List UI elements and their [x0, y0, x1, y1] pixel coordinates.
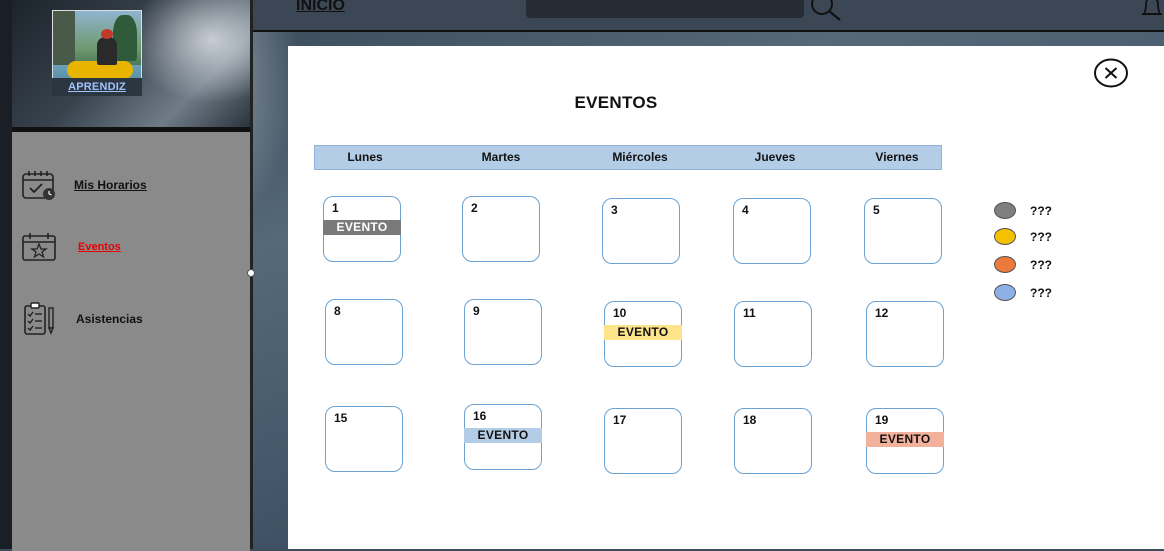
day-number: 12 [875, 306, 889, 320]
close-icon [1094, 58, 1128, 88]
day-number: 16 [473, 409, 487, 423]
sidebar-item-label: Mis Horarios [74, 178, 147, 192]
bell-icon[interactable] [1139, 0, 1164, 22]
legend-item: ??? [994, 284, 1052, 301]
calendar-day[interactable]: 17 [604, 408, 682, 474]
home-link[interactable]: INICIO [296, 0, 345, 15]
legend-item: ??? [994, 256, 1052, 273]
day-number: 15 [334, 411, 348, 425]
sidebar: Mis Horarios Eventos Asistencias [12, 130, 250, 551]
search-input[interactable] [526, 0, 804, 18]
avatar-person [97, 37, 117, 65]
profile-panel: APRENDIZ [12, 0, 250, 130]
legend-item: ??? [994, 202, 1052, 219]
legend-color-dot [994, 284, 1016, 301]
legend-label: ??? [1030, 285, 1052, 300]
calendar-day[interactable]: 2 [462, 196, 540, 262]
calendar-check-icon [20, 168, 58, 202]
event-tag[interactable]: EVENTO [323, 220, 401, 235]
weekday-label: Viernes [875, 150, 919, 164]
sidebar-item-asistencias[interactable]: Asistencias [20, 302, 143, 336]
legend-label: ??? [1030, 229, 1052, 244]
profile-role-link[interactable]: APRENDIZ [52, 78, 142, 96]
day-number: 4 [742, 203, 749, 217]
weekday-header: Lunes Martes Miércoles Jueves Viernes [314, 145, 942, 170]
calendar-day[interactable]: 19 EVENTO [866, 408, 944, 474]
calendar-day[interactable]: 11 [734, 301, 812, 367]
day-number: 19 [875, 413, 889, 427]
day-number: 8 [334, 304, 341, 318]
sidebar-item-label: Eventos [78, 241, 121, 253]
weekday-label: Martes [481, 150, 521, 164]
search-icon[interactable] [808, 0, 848, 22]
avatar-helmet [101, 29, 113, 39]
weekday-label: Miércoles [612, 150, 668, 164]
clipboard-list-icon [20, 302, 58, 336]
event-tag[interactable]: EVENTO [866, 432, 944, 447]
calendar-day[interactable]: 16 EVENTO [464, 404, 542, 470]
close-button[interactable] [1094, 58, 1128, 88]
sidebar-item-mis-horarios[interactable]: Mis Horarios [20, 168, 147, 202]
left-edge-strip [0, 0, 12, 549]
legend-color-dot [994, 202, 1016, 219]
event-tag[interactable]: EVENTO [464, 428, 542, 443]
legend-color-dot [994, 228, 1016, 245]
calendar-day[interactable]: 15 [325, 406, 403, 472]
top-bar: INICIO [253, 0, 1164, 32]
sidebar-item-label: Asistencias [76, 312, 143, 326]
calendar-day[interactable]: 5 [864, 198, 942, 264]
sidebar-item-eventos[interactable]: Eventos [20, 230, 121, 264]
calendar-day[interactable]: 8 [325, 299, 403, 365]
weekday-label: Lunes [347, 150, 383, 164]
day-number: 11 [743, 306, 756, 320]
calendar-day[interactable]: 3 [602, 198, 680, 264]
calendar-star-icon [20, 230, 58, 264]
day-number: 9 [473, 304, 480, 318]
day-number: 5 [873, 203, 880, 217]
legend-label: ??? [1030, 257, 1052, 272]
calendar-day[interactable]: 9 [464, 299, 542, 365]
day-number: 10 [613, 306, 627, 320]
sidebar-resize-handle[interactable] [247, 269, 255, 277]
calendar-day[interactable]: 18 [734, 408, 812, 474]
calendar-day[interactable]: 12 [866, 301, 944, 367]
calendar-day[interactable]: 1 EVENTO [323, 196, 401, 262]
day-number: 1 [332, 201, 339, 215]
legend-item: ??? [994, 228, 1052, 245]
page-title: EVENTOS [574, 93, 658, 112]
weekday-label: Jueves [754, 150, 796, 164]
legend-label: ??? [1030, 203, 1052, 218]
day-number: 17 [613, 413, 627, 427]
legend-color-dot [994, 256, 1016, 273]
day-number: 3 [611, 203, 618, 217]
event-tag[interactable]: EVENTO [604, 325, 682, 340]
day-number: 2 [471, 201, 478, 215]
day-number: 18 [743, 413, 757, 427]
calendar-day[interactable]: 4 [733, 198, 811, 264]
events-modal: EVENTOS Lunes Martes Miércoles Jueves Vi… [288, 46, 1164, 549]
calendar-day[interactable]: 10 EVENTO [604, 301, 682, 367]
